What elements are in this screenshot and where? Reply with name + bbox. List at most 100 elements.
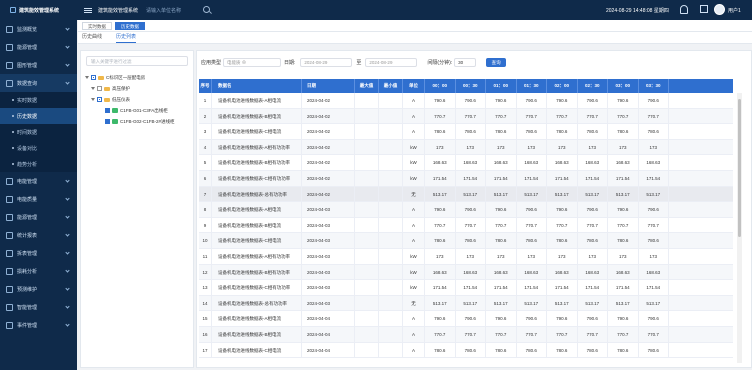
table-cell: 780.6: [578, 233, 608, 248]
table-row[interactable]: 8 设备机电池进线数据表-A相电流 2024-04-03 A 790.6 790.6 790…: [199, 202, 733, 218]
sidebar-item[interactable]: 预测维护: [0, 280, 77, 298]
sidebar-item[interactable]: 智能管理: [0, 298, 77, 316]
table-cell: 171.54: [578, 170, 608, 186]
sidebar-subitem[interactable]: 趋势分析: [0, 156, 77, 172]
table-row[interactable]: 13 设备机电池进线数据表-C相有功功率 2024-04-03 kW 171.54 171…: [199, 280, 733, 296]
table-cell: 168.63: [486, 264, 517, 280]
chevron-down-icon[interactable]: [91, 87, 95, 90]
table-cell: 780.6: [486, 233, 517, 248]
tree-node[interactable]: C1FB-G02-C1FB-2#进线柜: [81, 116, 193, 127]
column-header: 序号: [199, 79, 212, 93]
sidebar-item[interactable]: 监测概览: [0, 20, 77, 38]
tree-node[interactable]: 低压仪表: [81, 94, 193, 105]
table-cell: 513.17: [425, 295, 456, 311]
table-row[interactable]: 15 设备机电池进线数据表-A相电流 2024-04-04 A 790.6 790.6 79…: [199, 311, 733, 327]
sidebar-item-label: 智能管理: [17, 304, 38, 311]
sidebar-item[interactable]: 拆表管理: [0, 244, 77, 262]
avatar[interactable]: [714, 4, 725, 15]
fullscreen-icon[interactable]: [700, 5, 708, 13]
table-cell: [379, 93, 403, 108]
table-cell: 770.7: [578, 217, 608, 233]
date-from-input[interactable]: 2024-08-29: [300, 57, 353, 67]
chevron-down-icon[interactable]: [91, 98, 95, 101]
sidebar-item[interactable]: 数据查询: [0, 74, 77, 92]
sidebar-subitem[interactable]: 实时数据: [0, 92, 77, 108]
table-row[interactable]: 2 设备机电池进线数据表-B相电流 2024-04-02 A 770.7 770.7 770…: [199, 108, 733, 125]
table-row[interactable]: 12 设备机电池进线数据表-B相有功功率 2024-04-03 kW 168.63 168…: [199, 264, 733, 281]
table-cell: 173: [578, 139, 608, 155]
sidebar-subitem[interactable]: 历史数据: [0, 108, 77, 124]
sidebar-subitem[interactable]: 时间数据: [0, 124, 77, 140]
unit-search-input[interactable]: 请输入单位名称: [146, 7, 181, 14]
chevron-down-icon[interactable]: [85, 76, 89, 79]
table-cell: 790.6: [425, 202, 456, 217]
table-cell: 780.6: [456, 342, 486, 358]
sidebar-item[interactable]: 统计报表: [0, 226, 77, 244]
tab-history-curve[interactable]: 历史曲线: [82, 32, 102, 43]
tree-node[interactable]: C标识区一层配电房: [81, 72, 193, 83]
table-cell: 790.6: [547, 311, 578, 326]
table-cell: 770.7: [547, 217, 578, 233]
sidebar: 监测概览 能源管理 图形管理 数据查询 实时数据 历史数据 时间数据 设备对比 趋势分析 电能管理…: [0, 20, 77, 370]
sidebar-item[interactable]: 能源管理: [0, 38, 77, 56]
sidebar-subitem[interactable]: 设备对比: [0, 140, 77, 156]
interval-input[interactable]: 30: [454, 57, 477, 67]
user-name[interactable]: 用户1: [728, 7, 741, 14]
table-cell: 2024-04-02: [302, 93, 355, 108]
type-select[interactable]: 电能质 ⊗: [223, 57, 282, 67]
table-header: 序号 数据名 日期 最大值 最小值 单位 00：00 00：30 01：00 01：30 02：00…: [199, 79, 733, 93]
table-row[interactable]: 5 设备机电池进线数据表-B相有功功率 2024-04-02 kW 168.63 168.…: [199, 155, 733, 171]
tab-history-list[interactable]: 历史列表: [116, 32, 137, 43]
table-cell: 780.6: [425, 233, 456, 248]
sidebar-item[interactable]: 事件管理: [0, 316, 77, 334]
tree-filter-input[interactable]: 输入关键字进行过滤: [86, 56, 188, 66]
report-icon: [6, 231, 13, 239]
table-cell: 173: [517, 139, 547, 155]
table-cell: 2024-04-03: [302, 202, 355, 217]
date-to-input[interactable]: 2024-08-29: [365, 57, 418, 67]
tab-history[interactable]: 历史数据: [115, 21, 145, 30]
table-cell: 790.6: [456, 311, 486, 326]
sidebar-item[interactable]: 损耗分析: [0, 262, 77, 280]
table-cell: 2: [199, 108, 212, 124]
sidebar-item[interactable]: 能源管理: [0, 208, 77, 226]
table-row[interactable]: 16 设备机电池进线数据表-B相电流 2024-04-04 A 770.7 770.7 77…: [199, 326, 733, 343]
interval-label: 间隔(分钟):: [427, 59, 453, 66]
query-button[interactable]: 查询: [486, 57, 507, 67]
table-row[interactable]: 3 设备机电池进线数据表-C相电流 2024-04-02 A 780.6 780.6 780…: [199, 124, 733, 140]
sidebar-item[interactable]: 电能质量: [0, 190, 77, 208]
vertical-scrollbar[interactable]: [737, 93, 742, 363]
table-cell: 173: [517, 248, 547, 264]
table-cell: [379, 108, 403, 124]
table-row[interactable]: 9 设备机电池进线数据表-B相电流 2024-04-03 A 770.7 770.7 770…: [199, 217, 733, 234]
chevron-down-icon: [65, 232, 70, 237]
table-row[interactable]: 11 设备机电池进线数据表-A相有功功率 2024-04-03 kW 173 173 173…: [199, 248, 733, 265]
meter-icon: [112, 119, 118, 124]
checkbox[interactable]: [105, 108, 110, 113]
table-cell: 5: [199, 155, 212, 170]
search-icon[interactable]: [203, 6, 210, 13]
table-cell: 9: [199, 217, 212, 233]
bell-icon[interactable]: [680, 5, 688, 14]
table-row[interactable]: 7 设备机电池进线数据表-总有功功率 2024-04-02 无 513.17 513.17…: [199, 186, 733, 203]
checkbox[interactable]: [91, 75, 96, 80]
checkbox[interactable]: [97, 97, 102, 102]
table-row[interactable]: 6 设备机电池进线数据表-C相有功功率 2024-04-02 kW 171.54 171.…: [199, 170, 733, 187]
table-cell: 173: [608, 248, 639, 264]
menu-toggle-icon[interactable]: [84, 7, 92, 14]
table-row[interactable]: 4 设备机电池进线数据表-A相有功功率 2024-04-02 kW 173 173 173 1…: [199, 139, 733, 156]
tree-node[interactable]: C1FB-G01-C3FA出线柜: [81, 105, 193, 116]
sidebar-item[interactable]: 图形管理: [0, 56, 77, 74]
tab-realtime[interactable]: 实时数据: [82, 21, 112, 30]
table-cell: [355, 233, 379, 248]
table-row[interactable]: 1 设备机电池进线数据表-A相电流 2024-04-02 A 790.6 790.6 790…: [199, 93, 733, 109]
table-row[interactable]: 10 设备机电池进线数据表-C相电流 2024-04-03 A 780.6 780.6 78…: [199, 233, 733, 249]
table-row[interactable]: 14 设备机电池进线数据表-总有功功率 2024-04-03 无 513.17 513.1…: [199, 295, 733, 312]
table-row[interactable]: 17 设备机电池进线数据表-C相电流 2024-04-04 A 780.6 780.6 78…: [199, 342, 733, 359]
tree-node[interactable]: 高压保护: [81, 83, 193, 94]
checkbox[interactable]: [97, 86, 102, 91]
sidebar-item[interactable]: 电能管理: [0, 172, 77, 190]
table-cell: 780.6: [608, 233, 639, 248]
checkbox[interactable]: [105, 119, 110, 124]
scrollbar-thumb[interactable]: [738, 99, 741, 237]
